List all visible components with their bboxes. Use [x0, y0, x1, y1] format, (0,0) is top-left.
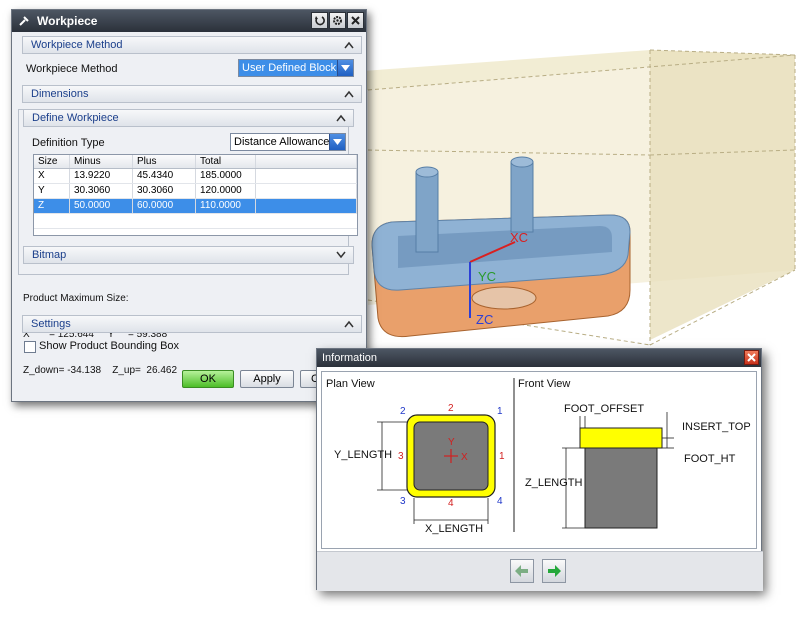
edge-number-left: 3 — [398, 451, 404, 462]
corner-number-top-left: 2 — [400, 406, 406, 417]
section-workpiece-method[interactable]: Workpiece Method — [22, 36, 362, 54]
column-header[interactable]: Size — [34, 155, 70, 168]
table-cell[interactable]: 30.3060 — [70, 184, 133, 198]
chevron-down-icon[interactable] — [337, 60, 353, 76]
column-header[interactable]: Total — [196, 155, 256, 168]
close-icon[interactable] — [744, 350, 759, 365]
show-bounding-box-label: Show Product Bounding Box — [39, 340, 180, 352]
table-cell-empty — [256, 169, 357, 183]
reset-icon[interactable] — [311, 12, 328, 29]
chevron-down-icon[interactable] — [334, 248, 348, 262]
show-bounding-box-checkbox[interactable] — [24, 341, 36, 353]
information-titlebar[interactable]: Information — [317, 349, 761, 367]
table-cell[interactable]: 45.4340 — [133, 169, 196, 183]
table-cell-empty — [256, 184, 357, 198]
previous-arrow-icon[interactable] — [510, 559, 534, 583]
xc-label: XC — [510, 230, 528, 245]
x-axis-label: X — [461, 452, 468, 463]
section-title: Workpiece Method — [31, 39, 123, 51]
dialog-title: Workpiece — [37, 14, 98, 28]
column-header[interactable]: Minus — [70, 155, 133, 168]
parameter-diagram: Y X 2 1 3 4 2 1 3 4 Y_LENGTH X_LENGTH FO… — [334, 378, 751, 535]
table-row[interactable]: X 13.9220 45.4340 185.0000 — [34, 169, 357, 184]
section-settings[interactable]: Settings — [22, 315, 362, 333]
section-title: Settings — [31, 318, 71, 330]
chevron-up-icon[interactable] — [342, 38, 356, 52]
definition-type-value: Distance Allowance — [234, 136, 330, 148]
corner-number-bottom-left: 3 — [400, 496, 406, 507]
chevron-up-icon[interactable] — [342, 317, 356, 331]
table-cell[interactable]: 30.3060 — [133, 184, 196, 198]
definition-type-select[interactable]: Distance Allowance — [230, 133, 346, 151]
workpiece-titlebar[interactable]: Workpiece — [12, 10, 366, 32]
definition-type-label: Definition Type — [32, 137, 105, 149]
z-length-label: Z_LENGTH — [525, 477, 583, 489]
table-cell: 120.0000 — [196, 184, 256, 198]
table-cell: Y — [34, 184, 70, 198]
section-title: Bitmap — [32, 249, 67, 261]
bounding-box-right-face — [650, 50, 795, 340]
workpiece-method-label: Workpiece Method — [26, 63, 118, 75]
insert-top-label: INSERT_TOP — [682, 421, 751, 433]
section-title: Dimensions — [31, 88, 89, 100]
section-title: Define Workpiece — [32, 112, 119, 124]
table-cell: X — [34, 169, 70, 183]
table-cell[interactable]: 60.0000 — [133, 199, 196, 213]
information-footer — [317, 551, 763, 591]
table-cell: Z — [34, 199, 70, 213]
table-row[interactable]: Y 30.3060 30.3060 120.0000 — [34, 184, 357, 199]
table-cell[interactable]: 13.9220 — [70, 169, 133, 183]
table-row-empty — [34, 214, 357, 229]
next-arrow-icon[interactable] — [542, 559, 566, 583]
chevron-up-icon[interactable] — [342, 87, 356, 101]
edge-number-top: 2 — [448, 403, 454, 414]
y-axis-label: Y — [448, 437, 455, 448]
close-icon[interactable] — [347, 12, 364, 29]
workpiece-dialog: Workpiece Workpiece Method Workpiece Met… — [11, 9, 367, 402]
y-length-label: Y_LENGTH — [334, 449, 392, 461]
table-row-selected[interactable]: Z 50.0000 60.0000 110.0000 — [34, 199, 357, 214]
edge-number-right: 1 — [499, 451, 505, 462]
dialog-title: Information — [322, 352, 378, 364]
insert-top-block — [579, 427, 663, 449]
zc-label: ZC — [476, 312, 493, 327]
foot-offset-label: FOOT_OFFSET — [564, 403, 644, 415]
wrench-icon — [15, 12, 33, 30]
column-header[interactable]: Plus — [133, 155, 196, 168]
table-cell: 185.0000 — [196, 169, 256, 183]
dimensions-table: Size Minus Plus Total X 13.9220 45.4340 … — [33, 154, 358, 236]
ok-button[interactable]: OK — [182, 370, 234, 388]
foot-ht-label: FOOT_HT — [684, 453, 736, 465]
section-define-workpiece[interactable]: Define Workpiece — [23, 109, 354, 127]
gear-icon[interactable] — [329, 12, 346, 29]
front-body-block — [584, 447, 658, 529]
product-max-title: Product Maximum Size: — [23, 293, 129, 304]
section-dimensions[interactable]: Dimensions — [22, 85, 362, 103]
workpiece-method-select[interactable]: User Defined Block — [238, 59, 354, 77]
corner-number-bottom-right: 4 — [497, 496, 503, 507]
section-bitmap[interactable]: Bitmap — [23, 246, 354, 264]
edge-number-bottom: 4 — [448, 498, 454, 509]
yc-label: YC — [478, 269, 496, 284]
product-max-size: Product Maximum Size: X = 125.644 Y = 59… — [23, 269, 177, 401]
table-cell[interactable]: 50.0000 — [70, 199, 133, 213]
column-header-empty — [256, 155, 357, 168]
chevron-down-icon[interactable] — [329, 134, 345, 150]
workpiece-method-value: User Defined Block — [242, 62, 337, 74]
product-max-z: Z_down= -34.138 Z_up= 26.462 — [23, 365, 177, 376]
apply-button[interactable]: Apply — [240, 370, 294, 388]
table-cell: 110.0000 — [196, 199, 256, 213]
table-cell-empty — [256, 199, 357, 213]
information-body: Plan View Front View Y X 2 1 3 4 2 1 3 4… — [321, 371, 757, 549]
corner-number-top-right: 1 — [497, 406, 503, 417]
x-length-label: X_LENGTH — [425, 523, 483, 535]
chevron-up-icon[interactable] — [334, 111, 348, 125]
information-dialog: Information Plan View Front View Y X 2 1… — [316, 348, 763, 591]
